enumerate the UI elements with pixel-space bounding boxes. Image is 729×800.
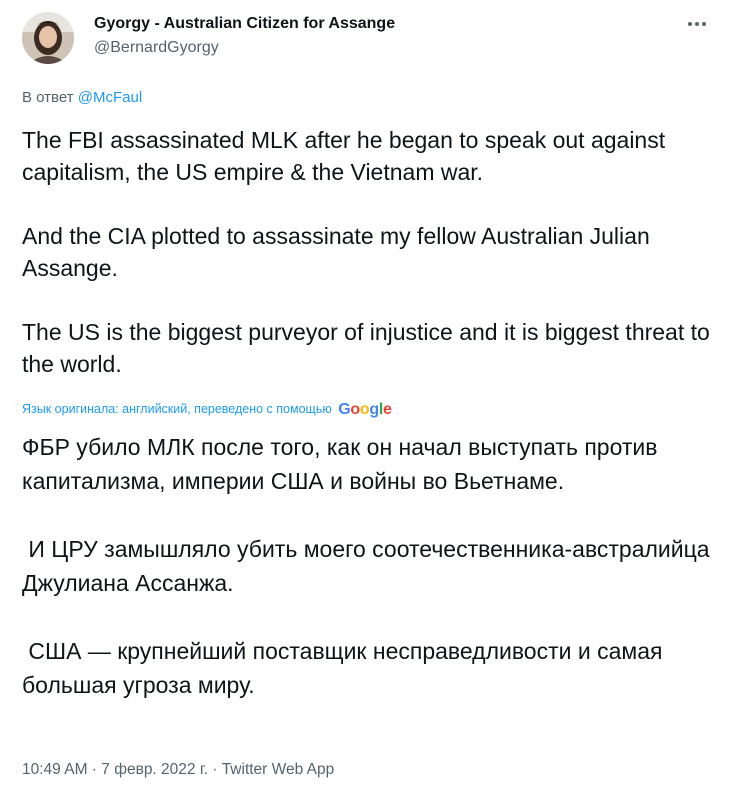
author-block: Gyorgy - Australian Citizen for Assange … xyxy=(94,14,395,59)
more-options-button[interactable] xyxy=(683,14,711,34)
reply-prefix: В ответ xyxy=(22,89,74,106)
tweet-date[interactable]: 7 февр. 2022 г. xyxy=(101,761,208,778)
author-handle[interactable]: @BernardGyorgy xyxy=(94,37,395,59)
tweet-container: Gyorgy - Australian Citizen for Assange … xyxy=(0,0,729,800)
meta-separator: · xyxy=(207,761,222,778)
avatar[interactable] xyxy=(22,12,74,64)
reply-mention-link[interactable]: @McFaul xyxy=(78,89,142,106)
translated-text: ФБР убило МЛК после того, как он начал в… xyxy=(22,430,722,702)
tweet-text: The FBI assassinated MLK after he began … xyxy=(22,124,722,380)
translated-paragraph: ФБР убило МЛК после того, как он начал в… xyxy=(22,434,658,494)
user-avatar-icon xyxy=(22,12,74,64)
translated-paragraph: США — крупнейший поставщик несправедливо… xyxy=(22,638,669,698)
tweet-paragraph: And the CIA plotted to assassinate my fe… xyxy=(22,223,650,281)
tweet-source[interactable]: Twitter Web App xyxy=(222,761,335,778)
google-logo: Google xyxy=(338,401,392,418)
tweet-paragraph: The US is the biggest purveyor of injust… xyxy=(22,319,710,377)
translated-paragraph: И ЦРУ замышляло убить моего соотечествен… xyxy=(22,536,716,596)
reply-context: В ответ @McFaul xyxy=(22,89,142,107)
more-horizontal-icon xyxy=(688,22,692,26)
tweet-time[interactable]: 10:49 AM xyxy=(22,761,88,778)
meta-separator: · xyxy=(87,761,102,778)
tweet-metadata: 10:49 AM · 7 февр. 2022 г. · Twitter Web… xyxy=(22,760,334,780)
translation-attribution[interactable]: Язык оригинала: английский, переведено с… xyxy=(22,401,392,418)
translation-note-text: Язык оригинала: английский, переведено с… xyxy=(22,402,332,416)
tweet-paragraph: The FBI assassinated MLK after he began … xyxy=(22,127,666,185)
author-display-name[interactable]: Gyorgy - Australian Citizen for Assange xyxy=(94,14,395,34)
more-dot xyxy=(695,22,699,26)
more-dot xyxy=(702,22,706,26)
